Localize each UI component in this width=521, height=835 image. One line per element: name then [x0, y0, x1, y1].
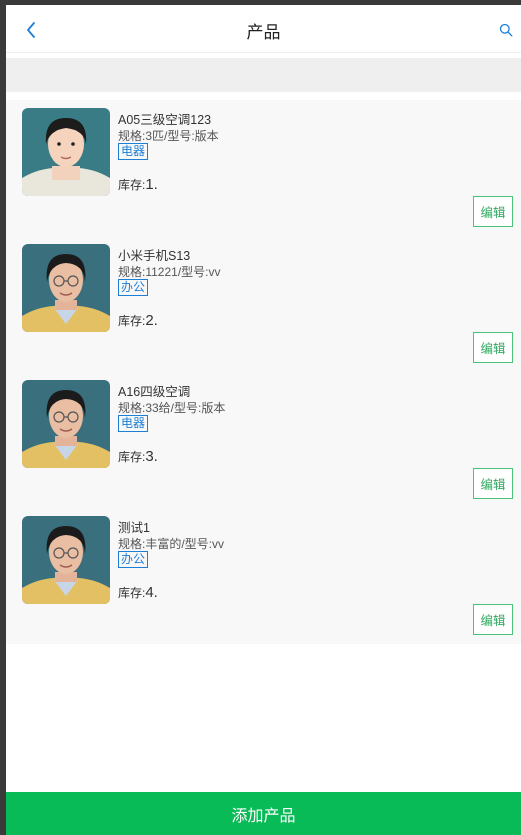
search-button[interactable] [497, 21, 515, 39]
stock-label: 库存: [118, 314, 146, 328]
stock-info: 库存:2. [118, 312, 158, 329]
stock-label: 库存: [118, 450, 146, 464]
product-image [22, 380, 110, 468]
product-item[interactable]: 测试1 规格:丰富的/型号:vv 办公 库存:4. 编辑 [6, 508, 521, 644]
stock-info: 库存:1. [118, 176, 158, 193]
stock-label: 库存: [118, 178, 146, 192]
product-item[interactable]: A05三级空调123 规格:3匹/型号:版本 电器 库存:1. 编辑 [6, 100, 521, 236]
stock-value: 2. [145, 312, 158, 329]
top-nav-bar: 产品 [6, 5, 521, 53]
product-name: 测试1 [118, 521, 150, 535]
edit-button[interactable]: 编辑 [473, 332, 513, 363]
stock-info: 库存:4. [118, 584, 158, 601]
product-spec: 规格:丰富的/型号:vv [118, 537, 225, 551]
search-icon [499, 23, 513, 37]
category-tag: 办公 [118, 551, 149, 568]
product-name: A05三级空调123 [118, 113, 212, 127]
filter-bar [6, 58, 521, 92]
edit-button[interactable]: 编辑 [473, 196, 513, 227]
category-tag: 办公 [118, 279, 149, 296]
product-image [22, 244, 110, 332]
stock-value: 3. [145, 448, 158, 465]
product-spec: 规格:3匹/型号:版本 [118, 129, 219, 143]
product-image [22, 516, 110, 604]
stock-info: 库存:3. [118, 448, 158, 465]
product-image [22, 108, 110, 196]
product-spec: 规格:11221/型号:vv [118, 265, 221, 279]
product-spec: 规格:33给/型号:版本 [118, 401, 226, 415]
edit-button[interactable]: 编辑 [473, 604, 513, 635]
stock-value: 4. [145, 584, 158, 601]
product-item[interactable]: A16四级空调 规格:33给/型号:版本 电器 库存:3. 编辑 [6, 372, 521, 508]
stock-value: 1. [145, 176, 158, 193]
product-name: 小米手机S13 [118, 249, 191, 263]
add-product-button[interactable]: 添加产品 [6, 792, 521, 835]
category-tag: 电器 [118, 143, 149, 160]
stock-label: 库存: [118, 586, 146, 600]
category-tag: 电器 [118, 415, 149, 432]
edit-button[interactable]: 编辑 [473, 468, 513, 499]
page-title: 产品 [246, 23, 281, 42]
product-name: A16四级空调 [118, 385, 191, 399]
product-list: A05三级空调123 规格:3匹/型号:版本 电器 库存:1. 编辑 小米手机S… [6, 100, 521, 644]
product-item[interactable]: 小米手机S13 规格:11221/型号:vv 办公 库存:2. 编辑 [6, 236, 521, 372]
